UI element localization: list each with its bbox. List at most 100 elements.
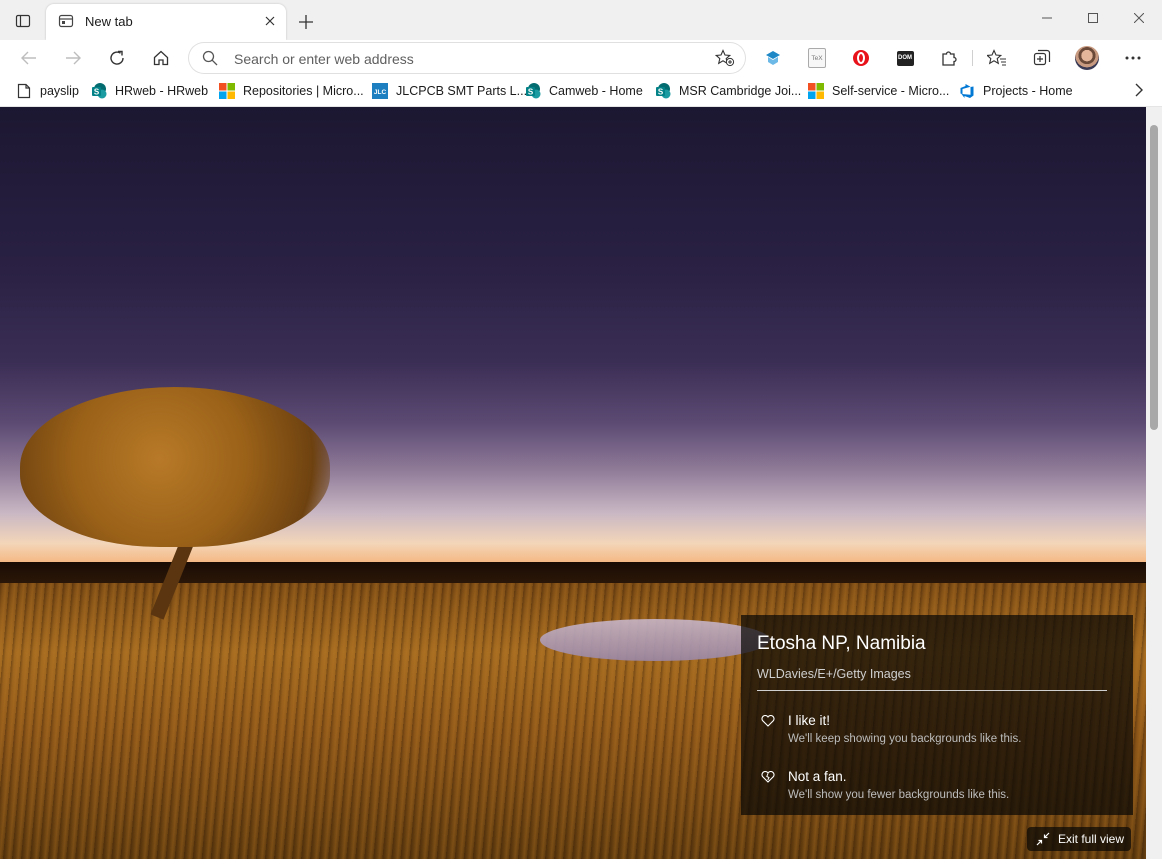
new-tab-background: Etosha NP, Namibia WLDavies/E+/Getty Ima… xyxy=(0,107,1146,859)
collapse-icon xyxy=(1036,832,1050,846)
bookmark-msr-cambridge[interactable]: S MSR Cambridge Joi... xyxy=(655,81,801,101)
title-bar: New tab xyxy=(0,0,1162,40)
dom-extension-label: DOM xyxy=(898,55,912,61)
more-icon xyxy=(1125,56,1141,60)
extension-tex-button[interactable]: TeX xyxy=(804,45,830,71)
window-controls xyxy=(1024,0,1162,36)
tab-close-button[interactable] xyxy=(262,13,278,29)
favorites-button[interactable] xyxy=(984,45,1010,71)
sharepoint-icon: S xyxy=(91,83,107,99)
bookmark-label: Projects - Home xyxy=(983,84,1073,98)
close-icon xyxy=(1134,13,1144,23)
acacia-tree-crown xyxy=(20,387,330,547)
close-icon xyxy=(265,16,275,26)
bookmark-hrweb[interactable]: S HRweb - HRweb xyxy=(91,81,208,101)
broken-heart-icon xyxy=(761,771,775,783)
dislike-title: Not a fan. xyxy=(788,769,847,784)
extension-cloud-button[interactable] xyxy=(760,45,786,71)
exit-full-view-button[interactable]: Exit full view xyxy=(1027,827,1131,851)
sharepoint-icon: S xyxy=(655,83,671,99)
exit-full-view-label: Exit full view xyxy=(1058,832,1125,846)
bookmark-projects[interactable]: Projects - Home xyxy=(959,81,1073,101)
maximize-icon xyxy=(1088,13,1098,23)
chevron-right-icon xyxy=(1135,83,1143,97)
refresh-icon xyxy=(110,50,124,65)
divider xyxy=(757,690,1107,691)
like-subtitle: We'll keep showing you backgrounds like … xyxy=(788,733,1022,745)
favorites-icon xyxy=(987,49,1006,66)
add-favorite-icon[interactable] xyxy=(715,49,735,67)
new-tab-button[interactable] xyxy=(294,10,318,34)
tex-extension-label: TeX xyxy=(811,54,823,62)
page-scrollbar[interactable] xyxy=(1146,107,1162,859)
window-close-button[interactable] xyxy=(1116,0,1162,36)
profile-button[interactable] xyxy=(1074,45,1100,71)
bookmark-payslip[interactable]: payslip xyxy=(16,81,79,101)
bookmark-label: MSR Cambridge Joi... xyxy=(679,84,802,98)
search-icon xyxy=(202,50,218,66)
favorites-bar: payslip S HRweb - HRweb Repositories | M… xyxy=(0,76,1162,107)
back-button[interactable] xyxy=(15,44,43,72)
image-location-title[interactable]: Etosha NP, Namibia xyxy=(757,633,926,655)
minimize-button[interactable] xyxy=(1024,0,1070,36)
jlc-icon: JLC xyxy=(372,83,388,99)
page-icon xyxy=(16,83,32,99)
arrow-right-icon xyxy=(66,51,81,65)
background-info-panel: Etosha NP, Namibia WLDavies/E+/Getty Ima… xyxy=(741,615,1133,815)
azure-devops-icon xyxy=(959,83,975,99)
sharepoint-icon: S xyxy=(525,83,541,99)
bookmark-label: Self-service - Micro... xyxy=(832,84,950,98)
tab-new-tab[interactable]: New tab xyxy=(46,4,286,40)
bookmark-jlcpcb[interactable]: JLC JLCPCB SMT Parts L... xyxy=(372,81,527,101)
collections-button[interactable] xyxy=(1029,45,1055,71)
maximize-button[interactable] xyxy=(1070,0,1116,36)
address-input[interactable] xyxy=(232,47,696,71)
svg-text:S: S xyxy=(658,88,664,97)
navigation-toolbar: TeX DOM xyxy=(0,40,1162,76)
scrollbar-thumb[interactable] xyxy=(1150,125,1158,430)
dislike-subtitle: We'll show you fewer backgrounds like th… xyxy=(788,789,1010,801)
dislike-background-button[interactable]: Not a fan. We'll show you fewer backgrou… xyxy=(757,769,1107,807)
tab-title: New tab xyxy=(85,14,133,29)
bookmark-label: Camweb - Home xyxy=(549,84,643,98)
svg-text:S: S xyxy=(94,88,100,97)
home-button[interactable] xyxy=(147,44,175,72)
extension-dom-button[interactable]: DOM xyxy=(892,45,918,71)
microsoft-logo-icon xyxy=(219,83,235,99)
arrow-left-icon xyxy=(21,51,36,65)
bookmark-label: payslip xyxy=(40,84,79,98)
bookmark-self-service[interactable]: Self-service - Micro... xyxy=(808,81,949,101)
forward-button[interactable] xyxy=(59,44,87,72)
extensions-button[interactable] xyxy=(936,45,962,71)
home-icon xyxy=(153,50,169,66)
bookmark-label: JLCPCB SMT Parts L... xyxy=(396,84,528,98)
bookmark-label: Repositories | Micro... xyxy=(243,84,364,98)
extension-opera-button[interactable] xyxy=(848,45,874,71)
minimize-icon xyxy=(1042,17,1052,19)
refresh-button[interactable] xyxy=(103,44,131,72)
bookmark-label: HRweb - HRweb xyxy=(115,84,209,98)
image-credit: WLDavies/E+/Getty Images xyxy=(757,667,911,681)
plus-icon xyxy=(299,15,313,29)
dom-extension-icon: DOM xyxy=(896,50,914,66)
settings-more-button[interactable] xyxy=(1120,45,1146,71)
microsoft-logo-icon xyxy=(808,83,824,99)
svg-text:JLC: JLC xyxy=(374,89,387,96)
tex-extension-icon: TeX xyxy=(808,48,826,68)
puzzle-icon xyxy=(942,51,957,66)
tab-actions-button[interactable] xyxy=(12,10,34,32)
bookmark-camweb[interactable]: S Camweb - Home xyxy=(525,81,643,101)
new-tab-icon xyxy=(58,13,74,29)
collections-icon xyxy=(1033,49,1051,66)
bookmark-repositories[interactable]: Repositories | Micro... xyxy=(219,81,364,101)
svg-text:S: S xyxy=(528,88,534,97)
adblock-icon xyxy=(853,50,869,66)
toolbar-divider xyxy=(972,50,973,66)
address-bar[interactable] xyxy=(189,43,745,73)
cloud-extension-icon xyxy=(766,51,780,65)
bookmarks-overflow-button[interactable] xyxy=(1134,83,1144,102)
heart-icon xyxy=(761,715,775,727)
like-background-button[interactable]: I like it! We'll keep showing you backgr… xyxy=(757,713,1107,751)
waterhole xyxy=(540,619,770,661)
avatar xyxy=(1075,46,1099,70)
